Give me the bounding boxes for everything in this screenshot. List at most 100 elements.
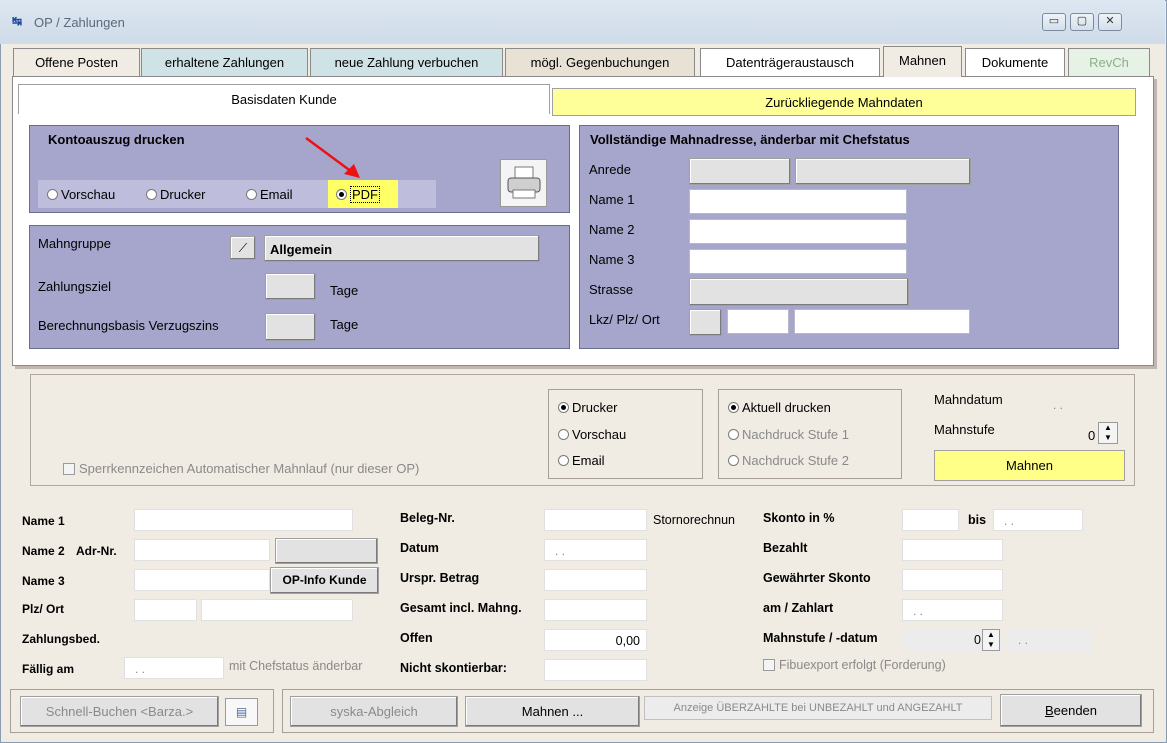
datum-input[interactable]: . . [544,539,647,561]
mahnadresse-title: Vollständige Mahnadresse, änderbar mit C… [590,132,910,147]
offen-input[interactable]: 0,00 [544,629,647,651]
chart-icon: ⟋ [238,241,248,255]
nicht-skontierbar-input[interactable] [544,659,647,681]
lkz-plz-ort-label: Lkz/ Plz/ Ort [589,312,660,327]
radio-out-email[interactable]: Email [558,453,605,468]
bezahlt-input[interactable] [902,539,1003,561]
calculator-button[interactable]: ▤ [225,698,258,726]
b-adrnr-button[interactable] [275,538,378,564]
anrede-field-2[interactable] [795,158,971,185]
tab-mögl-gegenbuchungen[interactable]: mögl. Gegenbuchungen [505,48,695,76]
gewaehrter-skonto-input[interactable] [902,569,1003,591]
urspr-input[interactable] [544,569,647,591]
name2-input[interactable] [689,219,907,244]
tab-mahnen[interactable]: Mahnen [883,46,962,77]
tab-dokumente[interactable]: Dokumente [965,48,1065,76]
b-plz-input[interactable] [134,599,197,621]
b-mahndatum-input[interactable]: . . [1008,629,1091,651]
name3-label: Name 3 [589,252,635,267]
anrede-label: Anrede [589,162,631,177]
gesamt-input[interactable] [544,599,647,621]
beleg-label: Beleg-Nr. [400,511,455,525]
beleg-input[interactable] [544,509,647,531]
b-ort-input[interactable] [201,599,353,621]
b-mahnstufe-spinner[interactable]: ▲ ▼ [982,629,1000,651]
anrede-field-1[interactable] [689,158,791,185]
syska-abgleich-button[interactable]: syska-Abgleich [290,696,458,727]
radio-label: Email [572,453,605,468]
kontoauszug-title: Kontoauszug drucken [48,132,185,147]
mahnstufe-spinner[interactable]: ▲ ▼ [1098,422,1118,444]
op-info-kunde-button[interactable]: OP-Info Kunde [270,567,379,594]
tab-basisdaten-kunde[interactable]: Basisdaten Kunde [18,84,550,114]
radio-label: PDF [350,186,380,203]
radio-label: Drucker [572,400,618,415]
footer-mahnen-button[interactable]: Mahnen ... [465,696,640,727]
beenden-button[interactable]: Beenden [1000,694,1142,727]
plz-input[interactable] [727,309,789,334]
gewaehrter-skonto-label: Gewährter Skonto [763,571,871,585]
anzeige-ueberzahlte-toggle[interactable]: Anzeige ÜBERZAHLTE bei UNBEZAHLT und ANG… [644,696,992,720]
skonto-input[interactable] [902,509,959,531]
b-adrnr-input[interactable] [134,539,270,561]
faellig-input[interactable]: . . [124,657,224,679]
zahlungsziel-field[interactable] [265,273,316,300]
nicht-skontierbar-label: Nicht skontierbar: [400,661,507,675]
tab-datenträgeraustausch[interactable]: Datenträgeraustausch [700,48,880,76]
radio-icon [558,455,569,466]
radio-icon [146,189,157,200]
strasse-field[interactable] [689,278,909,306]
name1-input[interactable] [689,189,907,214]
zahlart-label: am / Zahlart [763,601,834,615]
mahngruppe-field[interactable]: Allgemein [264,235,540,262]
tab-revch[interactable]: RevCh [1068,48,1150,76]
tab-erhaltene-zahlungen[interactable]: erhaltene Zahlungen [141,48,308,76]
radio-label: Vorschau [572,427,627,442]
radio-vorschau[interactable]: Vorschau [47,187,115,202]
b-name3-input[interactable] [134,569,270,591]
radio-icon [47,189,58,200]
skonto-label: Skonto in % [763,511,835,525]
radio-email[interactable]: Email [246,187,293,202]
checkbox-icon [763,659,775,671]
strasse-label: Strasse [589,282,634,297]
radio-out-vorschau[interactable]: Vorschau [558,427,626,442]
tab-offene-posten[interactable]: Offene Posten [13,48,140,76]
mahngruppe-label: Mahngruppe [38,236,111,251]
zahlart-input[interactable]: . . [902,599,1003,621]
mahngruppe-lookup-button[interactable]: ⟋ [230,236,256,260]
minimize-icon[interactable]: ▭ [1042,13,1066,31]
chefstatus-label: mit Chefstatus änderbar [229,659,363,673]
radio-label: Vorschau [61,187,116,202]
radio-out-drucker[interactable]: Drucker [558,400,618,415]
radio-pdf[interactable]: PDF [328,180,398,208]
tab-neue-zahlung-verbuchen[interactable]: neue Zahlung verbuchen [310,48,503,76]
ort-input[interactable] [794,309,970,334]
schnell-buchen-button[interactable]: Schnell-Buchen <Barza.> [20,696,219,727]
tage-label-2: Tage [330,317,359,332]
radio-nachdruck-1[interactable]: Nachdruck Stufe 1 [728,427,849,442]
b-name2-label: Name 2 [22,544,65,558]
name2-label: Name 2 [589,222,635,237]
lkz-field[interactable] [689,309,722,336]
mahnen-button[interactable]: Mahnen [934,450,1125,481]
tab-zurueckliegende-mahndaten[interactable]: Zurückliegende Mahndaten [552,88,1136,116]
sperr-label: Sperrkennzeichen Automatischer Mahnlauf … [79,461,420,476]
window-title: OP / Zahlungen [34,15,125,30]
close-icon[interactable]: ✕ [1098,13,1122,31]
beenden-label: Beenden [1044,703,1098,718]
radio-label: Drucker [160,187,206,202]
verzugszins-field[interactable] [265,313,316,341]
bis-input[interactable]: . . [993,509,1083,531]
name3-input[interactable] [689,249,907,274]
print-button[interactable] [500,159,547,207]
radio-drucker[interactable]: Drucker [146,187,206,202]
sperrkennzeichen-checkbox[interactable]: Sperrkennzeichen Automatischer Mahnlauf … [63,461,419,476]
mahnstufe-value: 0 [1088,428,1096,443]
radio-aktuell[interactable]: Aktuell drucken [728,400,831,415]
calculator-icon: ▤ [235,705,248,719]
b-name1-input[interactable] [134,509,353,531]
fibuexport-checkbox[interactable]: Fibuexport erfolgt (Forderung) [763,658,946,672]
radio-nachdruck-2[interactable]: Nachdruck Stufe 2 [728,453,849,468]
maximize-icon[interactable]: ▢ [1070,13,1094,31]
